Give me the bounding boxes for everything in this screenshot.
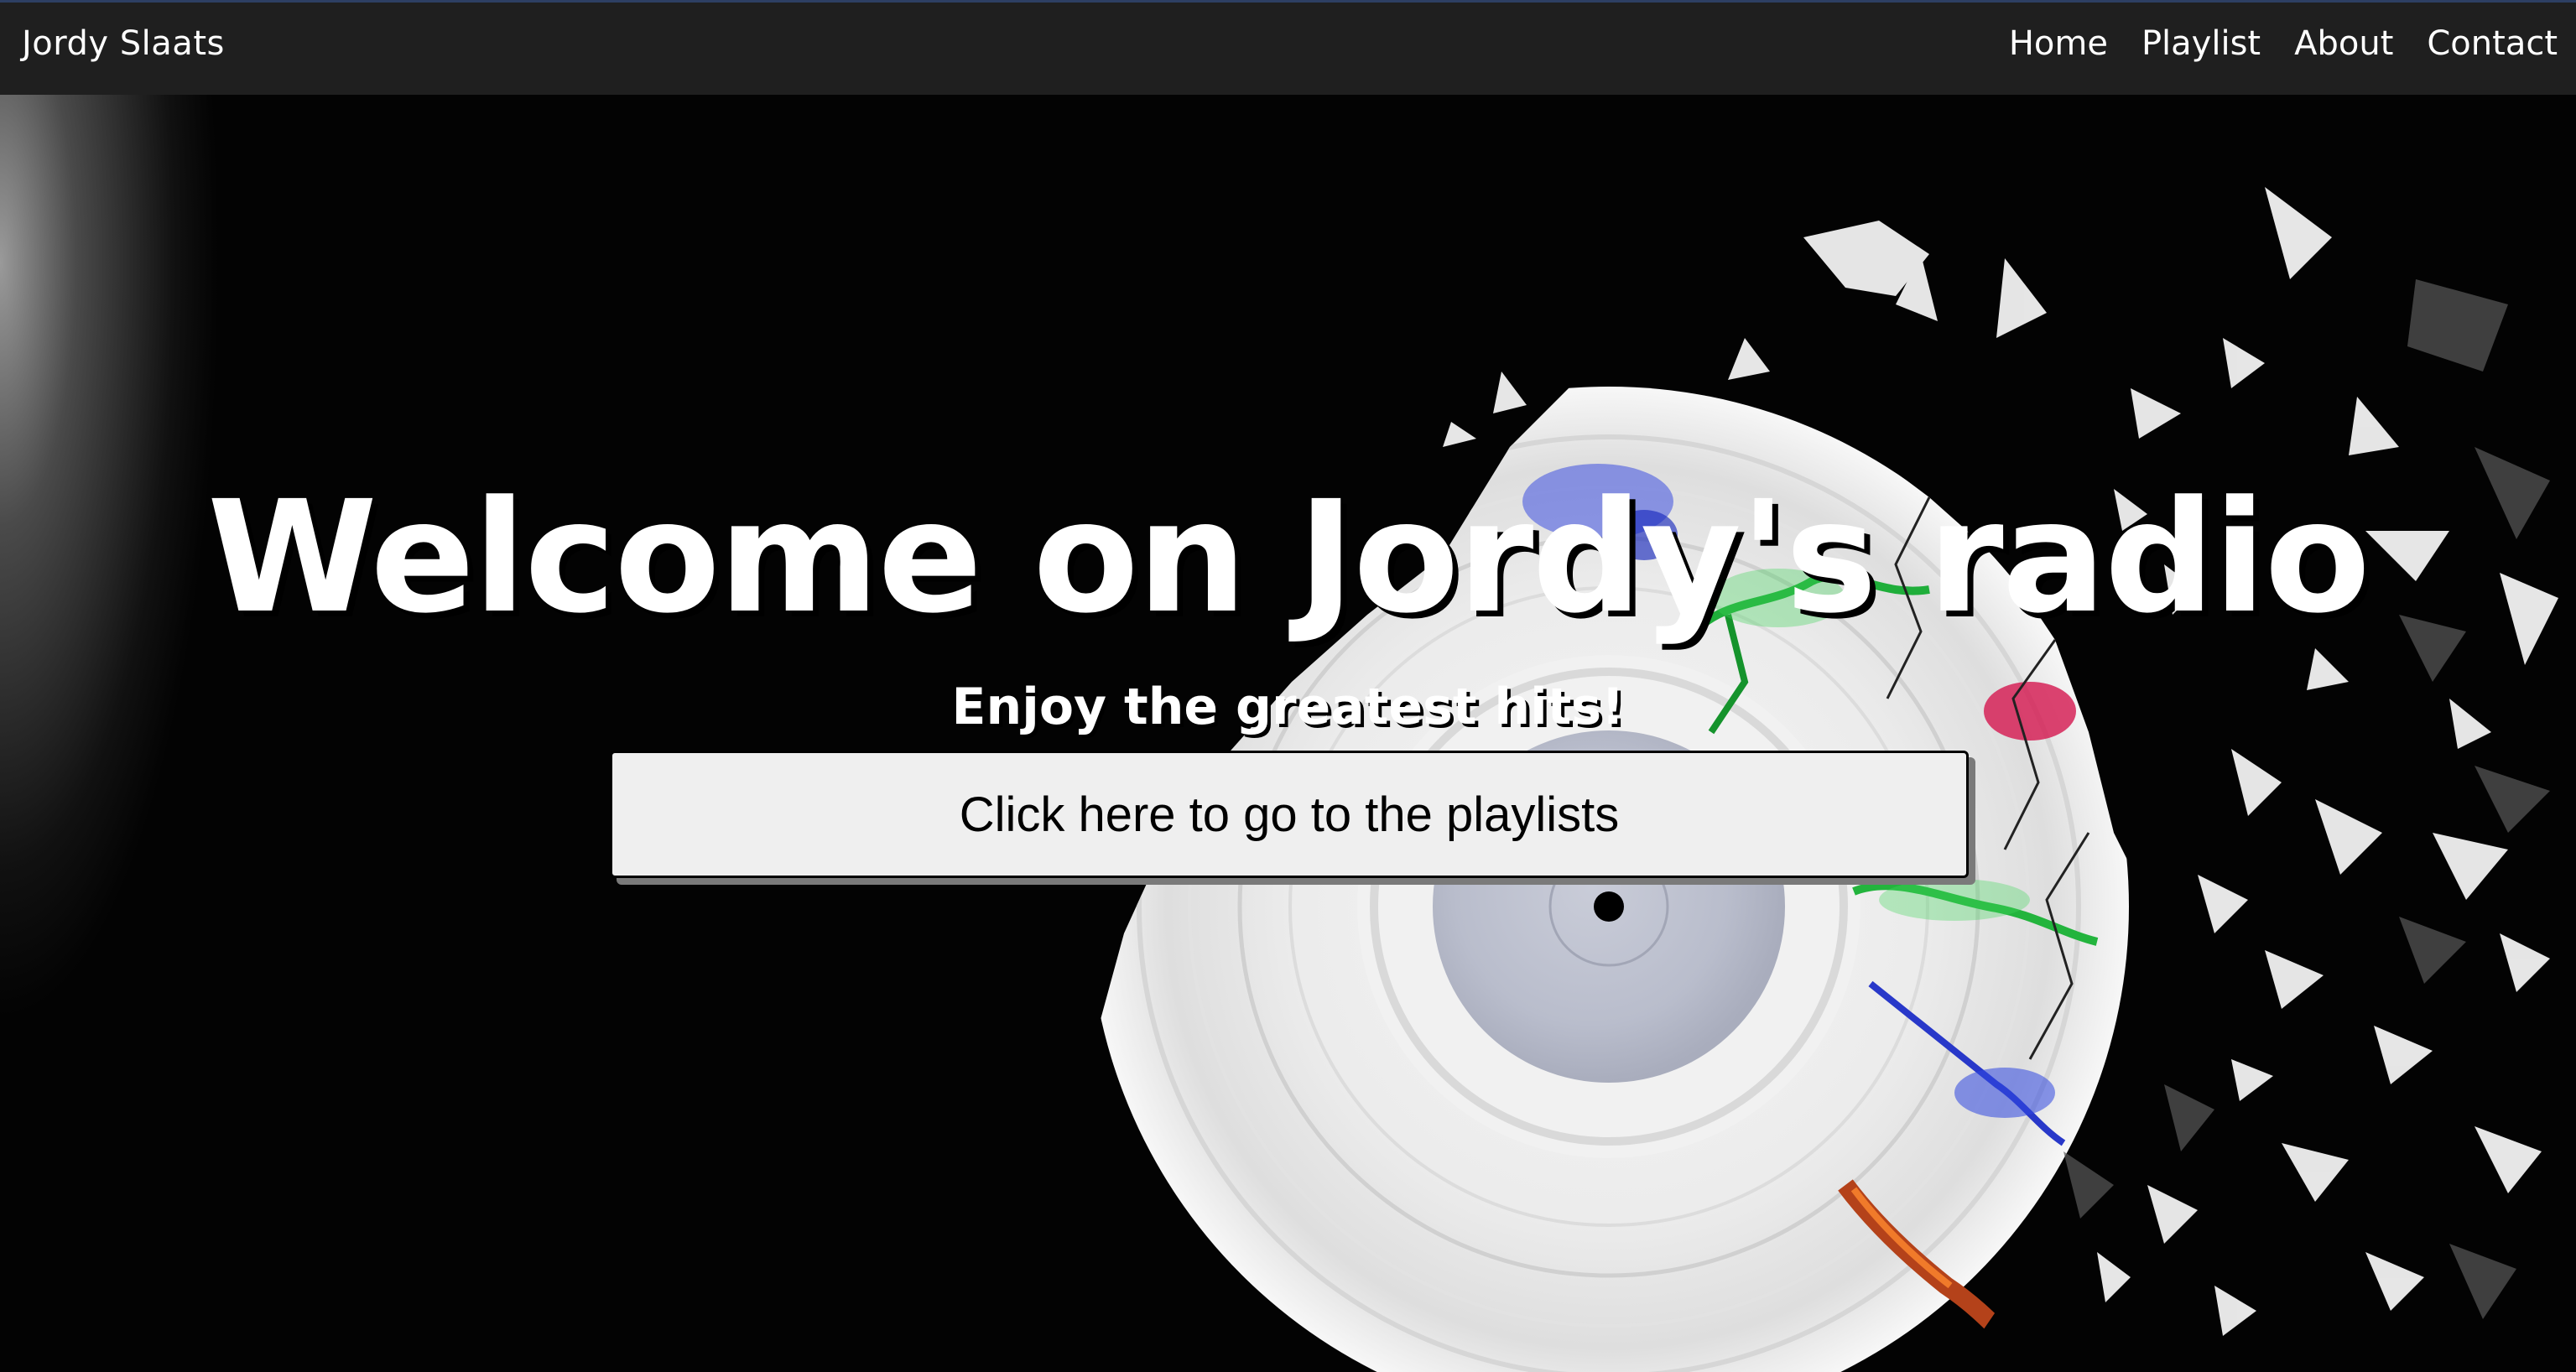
hero-title: Welcome on Jordy's radio (206, 468, 2370, 647)
nav-link-contact[interactable]: Contact (2427, 24, 2558, 63)
page: Jordy Slaats Home Playlist About Contact (0, 0, 2576, 1372)
hero-subtitle: Enjoy the greatest hits! (951, 678, 1625, 736)
brand-link[interactable]: Jordy Slaats (22, 24, 225, 63)
nav-link-home[interactable]: Home (2009, 24, 2108, 63)
nav-links: Home Playlist About Contact (2009, 24, 2558, 63)
nav-link-about[interactable]: About (2294, 24, 2393, 63)
nav-link-playlist[interactable]: Playlist (2141, 24, 2261, 63)
playlists-cta-button[interactable]: Click here to go to the playlists (610, 751, 1969, 878)
hero-section: Welcome on Jordy's radio Enjoy the great… (0, 95, 2576, 1372)
navbar: Jordy Slaats Home Playlist About Contact (0, 0, 2576, 95)
